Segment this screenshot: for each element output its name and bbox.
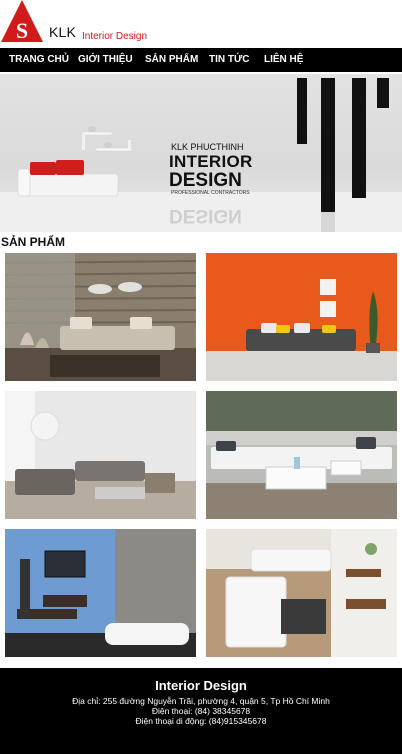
- product-photo-2: [206, 253, 397, 381]
- footer: Interior Design Địa chỉ: 255 đường Nguyễ…: [0, 668, 402, 754]
- section-title: SẢN PHẨM: [1, 235, 66, 249]
- hero-banner: KLK PHUCTHINH INTERIOR DESIGN PROFESSION…: [0, 74, 402, 232]
- footer-mobile: Điện thoại di động: (84)915345678: [135, 716, 267, 726]
- product-photo-3: [5, 391, 196, 519]
- product-photo-5: [5, 529, 196, 657]
- nav-item-about[interactable]: GIỚI THIỆU: [78, 54, 133, 65]
- klk-logo-icon[interactable]: S: [1, 0, 43, 42]
- product-image[interactable]: [5, 391, 196, 519]
- product-image[interactable]: [5, 529, 196, 657]
- footer-address: Địa chỉ: 255 đường Nguyễn Trãi, phường 4…: [72, 696, 330, 706]
- product-image[interactable]: [5, 253, 196, 381]
- main-nav: TRANG CHỦ GIỚI THIỆU SẢN PHẨM TIN TỨC LI…: [0, 48, 402, 72]
- nav-item-home[interactable]: TRANG CHỦ: [9, 54, 69, 65]
- nav-item-contact[interactable]: LIÊN HỆ: [264, 54, 303, 65]
- hero-text-line3: DESIGN: [169, 170, 242, 191]
- nav-item-news[interactable]: TIN TỨC: [209, 54, 250, 65]
- product-image[interactable]: [206, 529, 397, 657]
- logo-subtitle: Interior Design: [82, 31, 148, 42]
- product-image[interactable]: [206, 391, 397, 519]
- product-photo-4: [206, 391, 397, 519]
- logo-text[interactable]: KLK: [49, 24, 76, 40]
- footer-title: Interior Design: [155, 678, 247, 693]
- header: S KLK Interior Design: [0, 0, 402, 48]
- product-photo-1: [5, 253, 196, 381]
- product-photo-6: [206, 529, 397, 657]
- svg-text:S: S: [16, 18, 28, 42]
- footer-phone: Điện thoại: (84) 38345678: [151, 706, 251, 716]
- product-image[interactable]: [206, 253, 397, 381]
- hero-text-reflection: DESIGN: [169, 205, 242, 226]
- hero-text-line1: KLK PHUCTHINH: [171, 142, 244, 152]
- hero-text-line2: INTERIOR: [169, 152, 253, 171]
- hero-text-line4: PROFESSIONAL CONTRACTORS: [171, 190, 250, 196]
- nav-item-products[interactable]: SẢN PHẨM: [145, 54, 198, 65]
